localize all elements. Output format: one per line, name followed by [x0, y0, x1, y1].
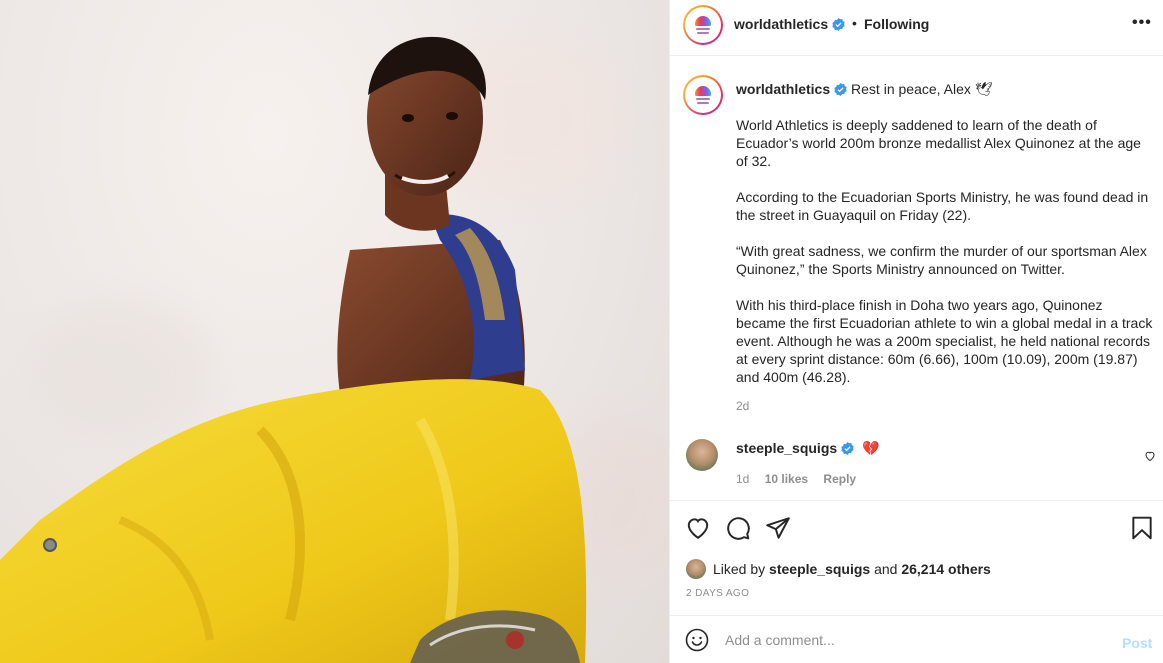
caption-username[interactable]: worldathletics: [736, 81, 830, 97]
caption-title: Rest in peace, Alex 🕊: [851, 81, 993, 97]
liked-and: and: [874, 561, 898, 577]
post-date[interactable]: 2 DAYS AGO: [686, 588, 749, 599]
instagram-post: worldathletics • Following ••• worldathl…: [0, 0, 1163, 663]
post-comment-button[interactable]: Post: [1122, 635, 1152, 651]
verified-badge-icon: [834, 83, 847, 96]
more-options-icon[interactable]: •••: [1132, 14, 1152, 32]
verified-badge-icon: [832, 18, 845, 31]
caption-timestamp[interactable]: 2d: [736, 399, 749, 413]
caption-paragraph: “With great sadness, we confirm the murd…: [736, 243, 1147, 277]
commenter-username[interactable]: steeple_squigs: [736, 440, 837, 456]
post-side-panel: worldathletics • Following ••• worldathl…: [669, 0, 1163, 663]
comment-timestamp[interactable]: 1d: [736, 472, 749, 486]
comment-row: steeple_squigs 💔 1d 10 likes Reply: [670, 432, 1163, 498]
post-header: worldathletics • Following •••: [670, 0, 1163, 56]
header-username-row: worldathletics: [734, 16, 845, 32]
liked-others-count[interactable]: 26,214 others: [901, 561, 991, 577]
share-send-icon[interactable]: [765, 515, 791, 541]
emoji-smiley-icon[interactable]: [685, 628, 709, 652]
caption-paragraph: According to the Ecuadorian Sports Minis…: [736, 189, 1149, 223]
comment-meta: 1d 10 likes Reply: [736, 472, 868, 486]
add-comment-input[interactable]: [725, 626, 1105, 654]
commenter-avatar[interactable]: [686, 439, 718, 471]
liker-avatar[interactable]: [686, 559, 706, 579]
header-username[interactable]: worldathletics: [734, 16, 828, 32]
post-actions: Liked by steeple_squigs and 26,214 other…: [670, 500, 1163, 616]
athlete-with-flag-image: [0, 36, 587, 663]
following-button[interactable]: Following: [864, 16, 929, 32]
liked-user[interactable]: steeple_squigs: [769, 561, 870, 577]
add-comment-bar: Post: [670, 616, 1163, 663]
save-bookmark-icon[interactable]: [1129, 515, 1155, 541]
reply-button[interactable]: Reply: [823, 472, 856, 486]
world-athletics-logo-icon: [688, 10, 718, 40]
world-athletics-logo-icon: [688, 80, 718, 110]
caption-avatar[interactable]: [683, 75, 723, 115]
comment-like-heart-icon[interactable]: [1144, 450, 1156, 462]
liked-by-row: Liked by steeple_squigs and 26,214 other…: [686, 559, 991, 579]
comment-likes[interactable]: 10 likes: [765, 472, 808, 486]
comment-text: 💔: [862, 440, 880, 456]
separator-dot: •: [852, 15, 857, 31]
comment-bubble-icon[interactable]: [725, 515, 751, 541]
caption-text: worldathletics Rest in peace, Alex 🕊 Wor…: [736, 80, 1156, 404]
liked-prefix: Liked by: [713, 561, 766, 577]
profile-avatar[interactable]: [683, 5, 723, 45]
verified-badge-icon: [841, 442, 854, 455]
caption-title-row: worldathletics Rest in peace, Alex 🕊: [736, 80, 1156, 98]
post-photo[interactable]: [0, 0, 669, 663]
caption-paragraph: World Athletics is deeply saddened to le…: [736, 117, 1141, 169]
like-heart-icon[interactable]: [685, 515, 711, 541]
caption-paragraph: With his third-place finish in Doha two …: [736, 297, 1153, 385]
comment-body: steeple_squigs 💔: [736, 440, 879, 457]
caption-section: worldathletics Rest in peace, Alex 🕊 Wor…: [670, 56, 1163, 496]
